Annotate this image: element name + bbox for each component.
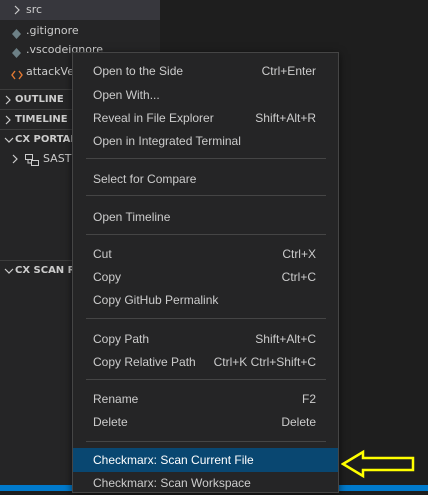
menu-item-shortcut: Delete	[281, 415, 316, 429]
menu-separator	[86, 158, 326, 159]
tree-item-src[interactable]: src	[0, 0, 160, 20]
arrow-left-icon	[340, 449, 416, 482]
context-menu: Open to the Side Ctrl+Enter Open With...…	[72, 52, 339, 493]
menu-item-select-for-compare[interactable]: Select for Compare	[73, 167, 338, 191]
menu-item-label: Copy Path	[93, 332, 150, 346]
tree-item-label: .gitignore	[26, 24, 79, 37]
menu-item-label: Open Timeline	[93, 210, 171, 224]
chevron-down-icon	[4, 261, 14, 289]
menu-item-delete[interactable]: Delete Delete	[73, 410, 338, 434]
code-file-icon	[11, 67, 23, 87]
menu-item-label: Copy Relative Path	[93, 355, 196, 369]
menu-item-shortcut: Ctrl+C	[281, 270, 316, 284]
menu-separator	[86, 379, 326, 380]
menu-item-shortcut: F2	[301, 392, 316, 406]
menu-item-reveal-in-explorer[interactable]: Reveal in File Explorer Shift+Alt+R	[73, 106, 338, 130]
menu-item-open-to-side[interactable]: Open to the Side Ctrl+Enter	[73, 59, 338, 83]
menu-item-open-timeline[interactable]: Open Timeline	[73, 205, 338, 229]
menu-item-label: Reveal in File Explorer	[93, 111, 214, 125]
menu-item-checkmarx-scan-workspace[interactable]: Checkmarx: Scan Workspace	[73, 471, 338, 495]
tree-item-gitignore[interactable]: .gitignore	[0, 21, 160, 41]
status-bar	[0, 485, 72, 491]
status-bar	[336, 485, 428, 491]
section-label: OUTLINE	[15, 94, 64, 105]
section-label: CX PORTAL	[15, 134, 77, 145]
section-label: TIMELINE	[15, 114, 68, 125]
menu-separator	[86, 318, 326, 319]
menu-item-label: Open in Integrated Terminal	[93, 134, 241, 148]
menu-item-label: Copy	[93, 270, 122, 284]
menu-item-shortcut: Ctrl+Enter	[261, 64, 316, 78]
menu-item-copy-path[interactable]: Copy Path Shift+Alt+C	[73, 327, 338, 351]
menu-item-label: Select for Compare	[93, 172, 197, 186]
menu-item-cut[interactable]: Cut Ctrl+X	[73, 242, 338, 266]
menu-item-label: Open With...	[93, 88, 160, 102]
menu-item-label: Checkmarx: Scan Workspace	[93, 476, 251, 490]
menu-item-shortcut: Shift+Alt+C	[255, 332, 316, 346]
menu-item-label: Open to the Side	[93, 64, 184, 78]
menu-separator	[86, 195, 326, 196]
menu-item-open-with[interactable]: Open With...	[73, 83, 338, 107]
menu-item-checkmarx-scan-current-file[interactable]: Checkmarx: Scan Current File	[73, 448, 338, 472]
menu-item-shortcut: Shift+Alt+R	[255, 111, 316, 125]
menu-item-label: Copy GitHub Permalink	[93, 293, 219, 307]
menu-item-label: Delete	[93, 415, 128, 429]
menu-separator	[86, 234, 326, 235]
menu-item-shortcut: Ctrl+K Ctrl+Shift+C	[213, 355, 316, 369]
menu-separator	[86, 441, 326, 442]
server-icon	[25, 153, 39, 173]
menu-item-label: Checkmarx: Scan Current File	[93, 453, 254, 467]
menu-item-copy-github-permalink[interactable]: Copy GitHub Permalink	[73, 288, 338, 312]
menu-item-copy-relative-path[interactable]: Copy Relative Path Ctrl+K Ctrl+Shift+C	[73, 350, 338, 374]
chevron-right-icon	[11, 149, 19, 176]
menu-item-label: Rename	[93, 392, 139, 406]
menu-item-copy[interactable]: Copy Ctrl+C	[73, 265, 338, 289]
menu-item-shortcut: Ctrl+X	[282, 247, 316, 261]
menu-item-label: Cut	[93, 247, 112, 261]
menu-item-open-in-terminal[interactable]: Open in Integrated Terminal	[73, 129, 338, 153]
menu-item-rename[interactable]: Rename F2	[73, 387, 338, 411]
tree-item-label: src	[26, 3, 43, 16]
